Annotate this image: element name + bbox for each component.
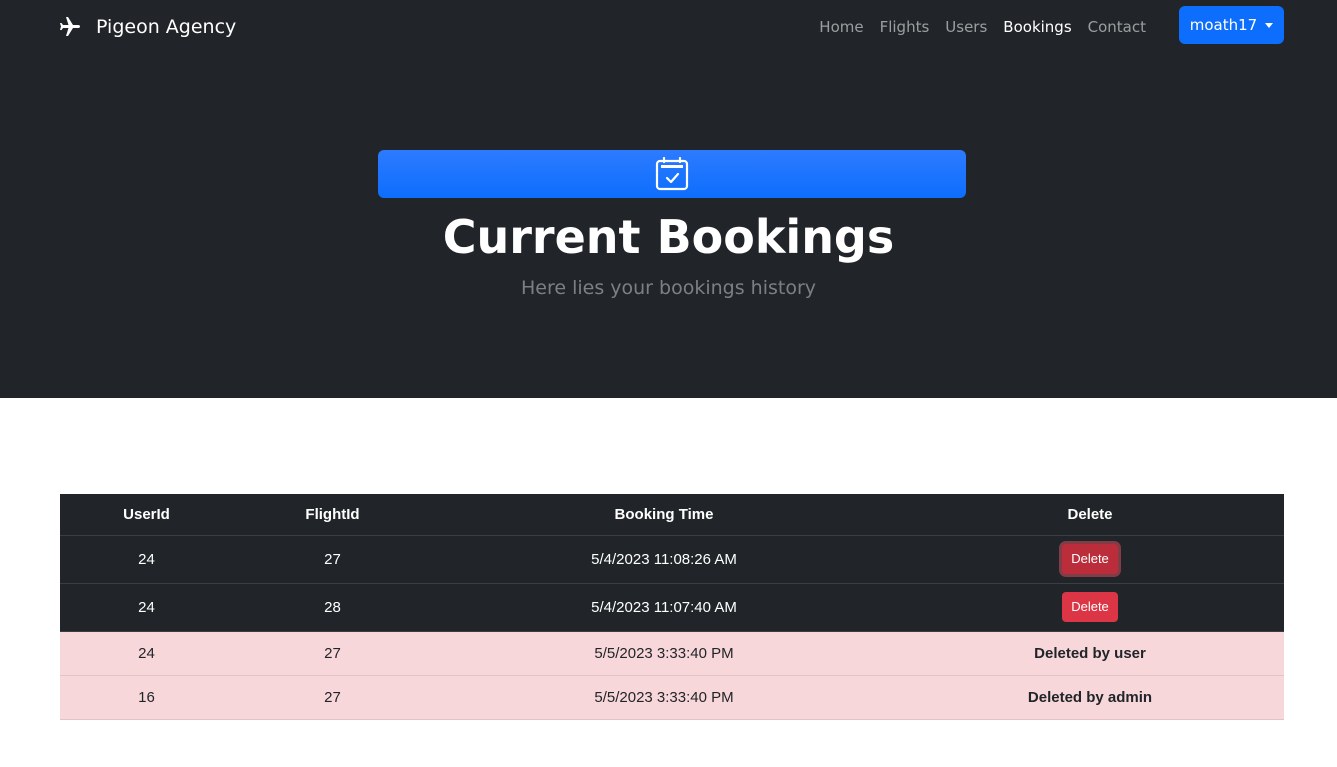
page-title: Current Bookings <box>442 210 895 264</box>
cell-delete: Delete <box>896 583 1284 632</box>
cell-status: Deleted by user <box>896 631 1284 676</box>
hero-banner <box>378 150 966 198</box>
cell-user-id: 24 <box>60 583 233 632</box>
hero-section: Pigeon Agency Home Flights Users Booking… <box>0 0 1337 398</box>
calendar-check-icon <box>655 157 689 191</box>
user-menu-button[interactable]: moath17 <box>1179 6 1284 44</box>
cell-flight-id: 27 <box>233 631 432 676</box>
airplane-icon <box>60 17 80 36</box>
nav-item-home[interactable]: Home <box>811 16 871 38</box>
nav-item-flights[interactable]: Flights <box>872 16 938 38</box>
deleted-status: Deleted by admin <box>1027 688 1153 706</box>
cell-user-id: 16 <box>60 675 233 720</box>
cell-delete: Delete <box>896 535 1284 584</box>
brand-link[interactable]: Pigeon Agency <box>58 14 236 40</box>
caret-down-icon <box>1265 22 1274 28</box>
navbar: Pigeon Agency Home Flights Users Booking… <box>0 0 1337 54</box>
cell-booking-time: 5/4/2023 11:08:26 AM <box>432 535 896 584</box>
table-row: 24 28 5/4/2023 11:07:40 AM Delete <box>60 583 1284 632</box>
column-header-userid: UserId <box>60 494 233 536</box>
cell-booking-time: 5/5/2023 3:33:40 PM <box>432 675 896 720</box>
cell-flight-id: 28 <box>233 583 432 632</box>
column-header-flightid: FlightId <box>233 494 432 536</box>
delete-button[interactable]: Delete <box>1062 592 1118 622</box>
cell-user-id: 24 <box>60 631 233 676</box>
deleted-status: Deleted by user <box>1034 644 1146 662</box>
column-header-booking-time: Booking Time <box>432 494 896 536</box>
cell-flight-id: 27 <box>233 535 432 584</box>
cell-status: Deleted by admin <box>896 675 1284 720</box>
bookings-table: UserId FlightId Booking Time Delete 24 2… <box>60 494 1284 720</box>
cell-booking-time: 5/5/2023 3:33:40 PM <box>432 631 896 676</box>
table-row: 16 27 5/5/2023 3:33:40 PM Deleted by adm… <box>60 675 1284 720</box>
cell-user-id: 24 <box>60 535 233 584</box>
nav-item-bookings[interactable]: Bookings <box>995 16 1079 38</box>
delete-button[interactable]: Delete <box>1062 544 1118 574</box>
nav-links: Home Flights Users Bookings Contact <box>811 16 1154 38</box>
nav-item-contact[interactable]: Contact <box>1080 16 1154 38</box>
page-subtitle: Here lies your bookings history <box>520 277 817 299</box>
table-row: 24 27 5/4/2023 11:08:26 AM Delete <box>60 535 1284 584</box>
cell-booking-time: 5/4/2023 11:07:40 AM <box>432 583 896 632</box>
table-header-row: UserId FlightId Booking Time Delete <box>60 494 1284 536</box>
user-menu-label: moath17 <box>1189 16 1258 34</box>
cell-flight-id: 27 <box>233 675 432 720</box>
brand-name: Pigeon Agency <box>96 16 237 38</box>
nav-item-users[interactable]: Users <box>937 16 995 38</box>
column-header-delete: Delete <box>896 494 1284 536</box>
table-row: 24 27 5/5/2023 3:33:40 PM Deleted by use… <box>60 631 1284 676</box>
